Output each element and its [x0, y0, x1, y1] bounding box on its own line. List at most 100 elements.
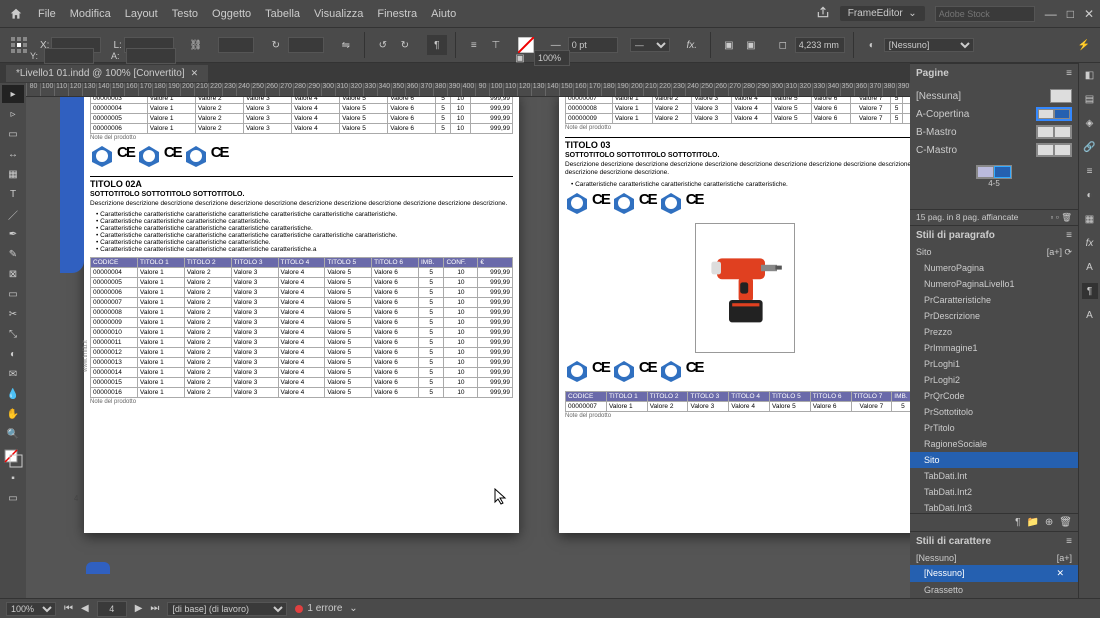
page-right[interactable]: 00000007Valore 1Valore 2Valore 3Valore 4…	[559, 97, 910, 533]
preflight-status[interactable]: 1 errore ⌄	[295, 603, 357, 614]
object-styles-icon[interactable]: A	[1082, 259, 1098, 275]
constrain-icon[interactable]: ⛓	[186, 35, 206, 55]
fx-panel-icon[interactable]: fx	[1082, 235, 1098, 251]
next-page-button[interactable]: ▶	[135, 603, 143, 614]
gap-tool[interactable]: ↔	[2, 145, 24, 163]
para-style-item[interactable]: NumeroPagina	[910, 260, 1078, 276]
page-field[interactable]	[97, 601, 127, 617]
prev-page-button[interactable]: ◀	[81, 603, 89, 614]
style-preset-select[interactable]: [Nessuno]	[884, 38, 974, 52]
swatches-icon[interactable]: ▦	[1082, 211, 1098, 227]
paragraph-icon[interactable]: ¶	[427, 35, 447, 55]
menu-layout[interactable]: Layout	[125, 8, 158, 20]
rectangle-frame-tool[interactable]: ⊠	[2, 265, 24, 283]
view-mode-icon[interactable]: ▭	[2, 489, 24, 507]
line-tool[interactable]: ／	[2, 205, 24, 223]
document-tab[interactable]: *Livello1 01.indd @ 100% [Convertito] ✕	[6, 65, 208, 82]
rotate-cw-icon[interactable]: ↻	[395, 35, 415, 55]
maximize-button[interactable]: □	[1067, 7, 1074, 21]
zoom-tool[interactable]: 🔍	[2, 425, 24, 443]
cc-libraries-icon[interactable]: ◧	[1082, 67, 1098, 83]
pencil-tool[interactable]: ✎	[2, 245, 24, 263]
scissors-tool[interactable]: ✂	[2, 305, 24, 323]
master-none[interactable]: [Nessuna]	[916, 91, 961, 102]
para-style-item[interactable]: PrImmagine1	[910, 340, 1078, 356]
menu-tabella[interactable]: Tabella	[265, 8, 300, 20]
screen-mode-select[interactable]: [di base] (di lavoro)	[167, 602, 287, 616]
rotate-icon[interactable]: ↻	[266, 35, 286, 55]
corner-icon[interactable]: ◻	[773, 35, 793, 55]
menu-oggetto[interactable]: Oggetto	[212, 8, 251, 20]
pages-icon[interactable]: ▤	[1082, 91, 1098, 107]
corner-field[interactable]	[795, 37, 845, 53]
char-styles-list[interactable]: [Nessuno]✕Grassetto	[910, 565, 1078, 598]
para-style-item[interactable]: TabDati.Int	[910, 468, 1078, 484]
type-tool[interactable]: T	[2, 185, 24, 203]
eyedropper-tool[interactable]: 💧	[2, 385, 24, 403]
fx-icon[interactable]: fx.	[682, 35, 702, 55]
flash-icon[interactable]: ⚡	[1074, 35, 1094, 55]
align-left-icon[interactable]: ≡	[464, 35, 484, 55]
selection-tool[interactable]: ▸	[2, 85, 24, 103]
menu-finestra[interactable]: Finestra	[377, 8, 417, 20]
para-style-item[interactable]: Sito	[910, 452, 1078, 468]
free-transform-tool[interactable]: ⤡	[2, 325, 24, 343]
char-style-item[interactable]: Grassetto	[910, 582, 1078, 598]
layers-icon[interactable]: ◈	[1082, 115, 1098, 131]
para-style-item[interactable]: PrLoghi2	[910, 372, 1078, 388]
flip-h-icon[interactable]: ⇋	[336, 35, 356, 55]
para-style-item[interactable]: RagioneSociale	[910, 436, 1078, 452]
align-top-icon[interactable]: ⊤	[486, 35, 506, 55]
y-field[interactable]	[44, 48, 94, 64]
share-icon[interactable]	[816, 5, 830, 22]
home-button[interactable]	[8, 6, 24, 22]
master-a[interactable]: A-Copertina	[916, 109, 969, 120]
fit-content-icon[interactable]: ▣	[510, 48, 530, 68]
product-image-frame[interactable]	[695, 223, 795, 353]
menu-aiuto[interactable]: Aiuto	[431, 8, 456, 20]
menu-modifica[interactable]: Modifica	[70, 8, 111, 20]
hand-tool[interactable]: ✋	[2, 405, 24, 423]
master-thumb-a[interactable]	[1036, 107, 1072, 121]
para-style-item[interactable]: PrLoghi1	[910, 356, 1078, 372]
reference-point-icon[interactable]	[10, 36, 28, 54]
para-style-item[interactable]: PrQrCode	[910, 388, 1078, 404]
rotate-ccw-icon[interactable]: ↺	[373, 35, 393, 55]
wrap-bounding-icon[interactable]: ▣	[741, 35, 761, 55]
para-style-item[interactable]: NumeroPaginaLivello1	[910, 276, 1078, 292]
scale-x-field[interactable]	[218, 37, 254, 53]
page-left[interactable]: 00000003Valore 1Valore 2Valore 3Valore 4…	[84, 97, 519, 533]
char-styles-header[interactable]: Stili di carattere≡	[910, 531, 1078, 551]
fill-stroke-swatch[interactable]	[2, 449, 24, 467]
color-icon[interactable]: ◐	[1082, 187, 1098, 203]
para-style-item[interactable]: PrCaratteristiche	[910, 292, 1078, 308]
apply-color-icon[interactable]: ▪	[2, 469, 24, 487]
para-style-item[interactable]: Prezzo	[910, 324, 1078, 340]
stroke-style-select[interactable]: —	[630, 38, 670, 52]
links-icon[interactable]: 🔗	[1082, 139, 1098, 155]
para-style-item[interactable]: PrDescrizione	[910, 308, 1078, 324]
para-style-item[interactable]: TabDati.Int3	[910, 500, 1078, 513]
master-thumb-c[interactable]	[1036, 143, 1072, 157]
canvas[interactable]: 00000003Valore 1Valore 2Valore 3Valore 4…	[26, 97, 910, 598]
stroke-icon[interactable]: ≡	[1082, 163, 1098, 179]
menu-testo[interactable]: Testo	[172, 8, 198, 20]
para-styles-header[interactable]: Stili di paragrafo≡	[910, 225, 1078, 245]
close-tab-icon[interactable]: ✕	[191, 68, 199, 79]
master-thumb-b[interactable]	[1036, 125, 1072, 139]
zoom-select[interactable]: 100%	[6, 602, 56, 616]
menu-file[interactable]: File	[38, 8, 56, 20]
rectangle-tool[interactable]: ▭	[2, 285, 24, 303]
content-collector-tool[interactable]: ▦	[2, 165, 24, 183]
master-b[interactable]: B-Mastro	[916, 127, 957, 138]
para-styles-list[interactable]: NumeroPaginaNumeroPaginaLivello1PrCaratt…	[910, 260, 1078, 513]
page-tool[interactable]: ▭	[2, 125, 24, 143]
master-c[interactable]: C-Mastro	[916, 145, 957, 156]
pages-panel-header[interactable]: Pagine≡	[910, 63, 1078, 83]
stroke-field[interactable]	[568, 37, 618, 53]
gradient-tool[interactable]: ◐	[2, 345, 24, 363]
note-tool[interactable]: ✉	[2, 365, 24, 383]
direct-selection-tool[interactable]: ▹	[2, 105, 24, 123]
workspace-switcher[interactable]: FrameEditor ⌄	[840, 6, 925, 21]
spread-thumb-1[interactable]	[976, 165, 1012, 179]
